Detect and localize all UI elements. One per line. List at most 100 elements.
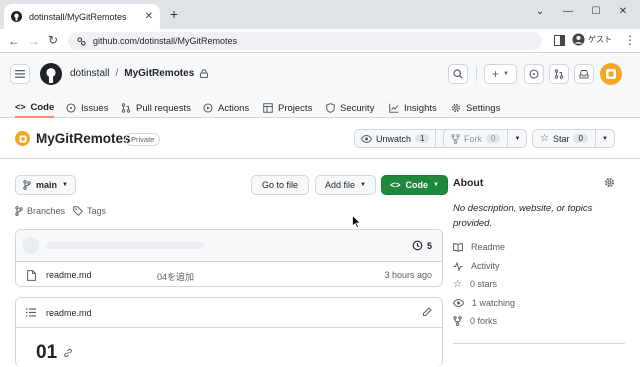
tab-insights[interactable]: Insights — [389, 98, 437, 118]
hamburger-menu-button[interactable] — [10, 64, 30, 84]
tab-issues-label: Issues — [81, 102, 109, 114]
file-list: 5 readme.md 04を追加 3 hours ago — [15, 229, 443, 287]
activity-link[interactable]: Activity — [453, 259, 500, 273]
url-bar[interactable]: github.com/dotinstall/MyGitRemotes — [68, 32, 542, 50]
tab-code[interactable]: <> Code — [15, 98, 55, 118]
readme-heading: 01 — [36, 342, 58, 363]
stars-link[interactable]: ☆ 0 stars — [453, 277, 497, 291]
pull-requests-button[interactable] — [549, 64, 569, 84]
issues-button[interactable] — [524, 64, 544, 84]
tab-pull-requests[interactable]: Pull requests — [121, 98, 191, 118]
star-dropdown[interactable]: ▼ — [594, 130, 614, 147]
go-to-file-button[interactable]: Go to file — [251, 175, 310, 195]
table-row[interactable]: readme.md 04を追加 3 hours ago — [16, 263, 442, 286]
star-label: Star — [552, 133, 570, 144]
chevron-down-icon: ▼ — [360, 182, 366, 188]
reload-icon[interactable]: ↻ — [48, 33, 58, 47]
watching-link[interactable]: 1 watching — [453, 296, 515, 310]
commit-count: 5 — [426, 240, 432, 251]
chevron-down-icon: ▼ — [601, 135, 608, 142]
file-commit-time: 3 hours ago — [384, 270, 432, 280]
readme-link-label: Readme — [471, 242, 506, 252]
side-panel-icon[interactable] — [554, 35, 565, 46]
address-bar-row: ← → ↻ github.com/dotinstall/MyGitRemotes… — [0, 29, 640, 53]
tags-label: Tags — [87, 206, 107, 216]
shield-icon — [326, 103, 335, 113]
close-window-icon[interactable]: ✕ — [613, 4, 633, 18]
graph-icon — [389, 103, 399, 113]
eye-icon — [453, 299, 464, 307]
fork-icon — [453, 316, 462, 326]
fork-dropdown[interactable]: ▼ — [507, 130, 526, 147]
owner-link[interactable]: dotinstall — [70, 68, 109, 79]
search-button[interactable] — [448, 64, 468, 84]
list-icon[interactable] — [26, 308, 36, 317]
star-icon: ☆ — [453, 278, 462, 290]
tab-search-icon[interactable]: ⌄ — [530, 4, 550, 18]
chevron-down-icon: ▼ — [503, 71, 509, 77]
issue-icon — [66, 103, 76, 113]
play-icon — [203, 103, 213, 113]
header-divider — [476, 67, 477, 81]
profile-button[interactable]: ゲスト — [572, 33, 612, 46]
lock-icon — [200, 69, 209, 78]
file-commit-message[interactable]: 04を追加 — [157, 270, 194, 283]
branches-label: Branches — [27, 206, 66, 216]
pencil-icon[interactable] — [422, 307, 432, 317]
tab-actions[interactable]: Actions — [203, 98, 249, 118]
inbox-button[interactable] — [574, 64, 594, 84]
tab-settings[interactable]: Settings — [451, 98, 500, 118]
tab-security[interactable]: Security — [326, 98, 374, 118]
browser-tab-title: dotinstall/MyGitRemotes — [29, 11, 127, 22]
menu-icon — [15, 70, 25, 78]
browser-tab[interactable]: dotinstall/MyGitRemotes ✕ — [4, 4, 160, 29]
tags-link[interactable]: Tags — [73, 206, 106, 216]
tab-issues[interactable]: Issues — [66, 98, 108, 118]
close-tab-icon[interactable]: ✕ — [145, 11, 153, 22]
tab-code-label: Code — [30, 101, 55, 113]
user-avatar[interactable] — [600, 63, 622, 85]
code-icon: <> — [15, 102, 26, 112]
branch-icon — [15, 206, 23, 216]
fork-count: 0 — [486, 134, 501, 143]
tab-projects[interactable]: Projects — [263, 98, 312, 118]
readme-header: readme.md — [16, 298, 442, 328]
branch-selector[interactable]: main ▼ — [15, 175, 76, 195]
code-button-label: Code — [405, 180, 429, 190]
back-icon[interactable]: ← — [8, 34, 20, 48]
github-logo-icon[interactable] — [40, 63, 62, 85]
readme-heading-row: 01 — [36, 342, 73, 364]
forward-icon[interactable]: → — [28, 34, 40, 48]
add-file-button[interactable]: Add file ▼ — [315, 175, 376, 195]
code-button[interactable]: <> Code ▼ — [381, 175, 448, 195]
about-divider — [453, 343, 625, 344]
about-settings-gear-icon[interactable] — [604, 177, 615, 188]
repo-link[interactable]: MyGitRemotes — [124, 68, 194, 79]
link-icon[interactable] — [63, 348, 73, 358]
watch-button[interactable]: Unwatch 1 ▼ — [354, 129, 454, 148]
about-description: No description, website, or topics provi… — [453, 203, 593, 229]
readme-title[interactable]: readme.md — [46, 308, 92, 318]
branch-icon — [23, 180, 31, 190]
new-tab-button[interactable]: + — [166, 6, 182, 22]
github-favicon-icon — [11, 11, 22, 22]
readme-link[interactable]: Readme — [453, 240, 505, 254]
file-name[interactable]: readme.md — [46, 270, 92, 280]
browser-menu-icon[interactable]: ⋮ — [624, 33, 636, 47]
create-new-button[interactable]: + ▼ — [484, 64, 517, 84]
repo-owner-avatar[interactable] — [15, 131, 30, 146]
fork-button[interactable]: Fork 0 ▼ — [443, 129, 528, 148]
activity-link-label: Activity — [471, 261, 500, 271]
inbox-icon — [579, 69, 589, 79]
latest-commit-bar: 5 — [16, 230, 442, 262]
repo-title[interactable]: MyGitRemotes — [36, 131, 131, 146]
branches-link[interactable]: Branches — [15, 206, 65, 216]
minimize-icon[interactable]: — — [558, 4, 578, 18]
maximize-icon[interactable]: ☐ — [586, 4, 606, 18]
star-button[interactable]: ☆ Star 0 ▼ — [532, 129, 615, 148]
branch-name: main — [36, 180, 58, 190]
readme-panel: readme.md 01 — [15, 297, 443, 367]
forks-link[interactable]: 0 forks — [453, 314, 497, 328]
site-info-icon[interactable] — [77, 36, 86, 46]
commit-history-link[interactable]: 5 — [412, 240, 432, 251]
